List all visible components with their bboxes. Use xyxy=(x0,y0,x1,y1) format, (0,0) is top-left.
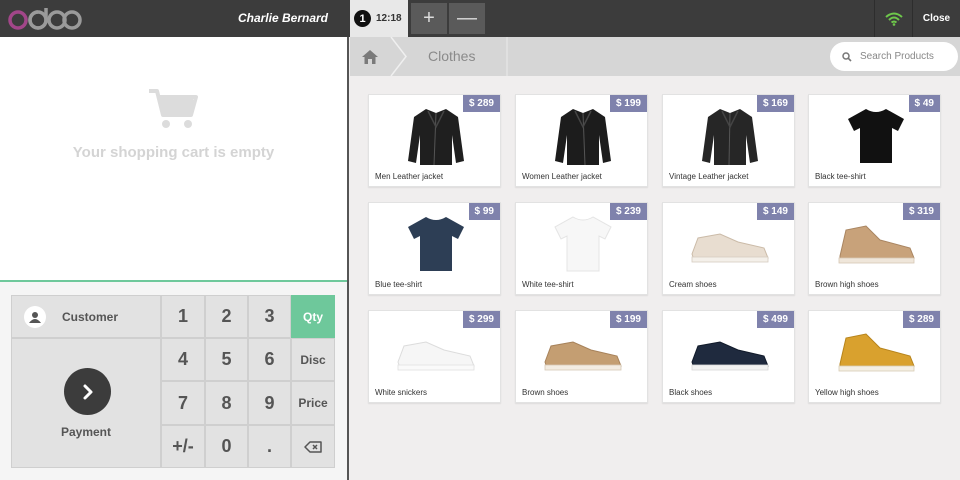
top-bar: Charlie Bernard 1 12:18 + — Close xyxy=(0,0,960,37)
price-tag: $ 169 xyxy=(756,95,794,112)
order-cart: Your shopping cart is empty xyxy=(0,37,347,282)
product-name: Brown high shoes xyxy=(815,280,879,289)
price-tag: $ 239 xyxy=(609,203,647,220)
empty-cart-message: Your shopping cart is empty xyxy=(72,144,275,161)
search-box[interactable] xyxy=(830,42,958,71)
product-name: Black tee-shirt xyxy=(815,172,866,181)
product-card[interactable]: $ 289 Yellow high shoes xyxy=(808,310,941,403)
black-sneaker-icon xyxy=(688,321,771,383)
product-name: Black shoes xyxy=(669,388,713,397)
price-tag: $ 499 xyxy=(756,311,794,328)
product-card[interactable]: $ 239 White tee-shirt xyxy=(515,202,648,295)
order-tab[interactable]: 1 12:18 xyxy=(350,0,408,37)
product-card[interactable]: $ 149 Cream shoes xyxy=(662,202,795,295)
backspace-button[interactable] xyxy=(291,425,335,468)
numpad-key-1[interactable]: 1 xyxy=(161,295,205,338)
qty-mode-button[interactable]: Qty xyxy=(291,295,335,338)
price-tag: $ 299 xyxy=(462,311,500,328)
product-card[interactable]: $ 499 Black shoes xyxy=(662,310,795,403)
product-card[interactable]: $ 199 Women Leather jacket xyxy=(515,94,648,187)
product-name: White snickers xyxy=(375,388,428,397)
black-leather-jacket-icon xyxy=(541,105,624,167)
numpad-key-decimal[interactable]: . xyxy=(248,425,291,468)
order-time: 12:18 xyxy=(376,13,402,24)
brown-sneaker-icon xyxy=(541,321,624,383)
breadcrumb: Clothes xyxy=(350,37,960,76)
odoo-logo xyxy=(8,8,82,30)
order-pane: Your shopping cart is empty Customer Pay… xyxy=(0,37,349,480)
numpad-key-2[interactable]: 2 xyxy=(205,295,248,338)
product-card[interactable]: $ 299 White snickers xyxy=(368,310,501,403)
add-order-button[interactable]: + xyxy=(411,3,447,34)
search-icon xyxy=(842,51,852,62)
cashier-name[interactable]: Charlie Bernard xyxy=(200,0,328,37)
product-name: Vintage Leather jacket xyxy=(669,172,749,181)
product-name: Blue tee-shirt xyxy=(375,280,423,289)
white-sneaker-icon xyxy=(394,321,477,383)
numpad-key-3[interactable]: 3 xyxy=(248,295,291,338)
payment-label: Payment xyxy=(60,425,112,439)
product-card[interactable]: $ 319 Brown high shoes xyxy=(808,202,941,295)
black-leather-jacket-icon xyxy=(394,105,477,167)
home-icon xyxy=(362,49,378,64)
price-tag: $ 199 xyxy=(609,95,647,112)
product-pane: Clothes $ 289 Men Leather jacket $ 199 W… xyxy=(350,37,960,480)
backspace-icon xyxy=(304,440,322,453)
product-name: Men Leather jacket xyxy=(375,172,444,181)
product-card[interactable]: $ 199 Brown shoes xyxy=(515,310,648,403)
brown-high-shoe-icon xyxy=(834,213,917,275)
price-tag: $ 199 xyxy=(609,311,647,328)
product-name: Women Leather jacket xyxy=(522,172,602,181)
product-name: Cream shoes xyxy=(669,280,717,289)
price-tag: $ 49 xyxy=(908,95,940,112)
yellow-high-shoe-icon xyxy=(834,321,917,383)
cream-sneaker-icon xyxy=(688,213,771,275)
product-card[interactable]: $ 99 Blue tee-shirt xyxy=(368,202,501,295)
disc-mode-button[interactable]: Disc xyxy=(291,338,335,381)
customer-label: Customer xyxy=(62,309,119,324)
wifi-status-icon[interactable] xyxy=(874,0,912,37)
blue-tshirt-icon xyxy=(394,213,477,275)
product-name: Yellow high shoes xyxy=(815,388,879,397)
black-leather-jacket-icon xyxy=(688,105,771,167)
numpad-key-8[interactable]: 8 xyxy=(205,381,248,425)
chevron-right-icon xyxy=(64,368,111,415)
black-tshirt-icon xyxy=(834,105,917,167)
close-button[interactable]: Close xyxy=(912,0,960,37)
price-tag: $ 289 xyxy=(902,311,940,328)
breadcrumb-divider xyxy=(506,37,508,76)
breadcrumb-separator-icon xyxy=(390,37,407,76)
numpad-key-7[interactable]: 7 xyxy=(161,381,205,425)
product-name: Brown shoes xyxy=(522,388,569,397)
breadcrumb-clothes[interactable]: Clothes xyxy=(428,37,475,76)
numpad-key-sign[interactable]: +/- xyxy=(161,425,205,468)
white-tshirt-icon xyxy=(541,213,624,275)
price-mode-button[interactable]: Price xyxy=(291,381,335,425)
price-tag: $ 149 xyxy=(756,203,794,220)
product-card[interactable]: $ 49 Black tee-shirt xyxy=(808,94,941,187)
shopping-cart-icon xyxy=(149,89,198,128)
search-input[interactable] xyxy=(860,51,950,62)
product-card[interactable]: $ 169 Vintage Leather jacket xyxy=(662,94,795,187)
price-tag: $ 289 xyxy=(462,95,500,112)
price-tag: $ 319 xyxy=(902,203,940,220)
numpad-key-5[interactable]: 5 xyxy=(205,338,248,381)
numpad-key-0[interactable]: 0 xyxy=(205,425,248,468)
order-number-badge: 1 xyxy=(354,10,371,27)
product-card[interactable]: $ 289 Men Leather jacket xyxy=(368,94,501,187)
price-tag: $ 99 xyxy=(468,203,500,220)
customer-button[interactable]: Customer xyxy=(11,295,161,338)
numpad-key-4[interactable]: 4 xyxy=(161,338,205,381)
remove-order-button[interactable]: — xyxy=(449,3,485,34)
payment-button[interactable]: Payment xyxy=(11,338,161,468)
home-button[interactable] xyxy=(350,37,390,76)
product-name: White tee-shirt xyxy=(522,280,574,289)
numpad-key-6[interactable]: 6 xyxy=(248,338,291,381)
numpad-key-9[interactable]: 9 xyxy=(248,381,291,425)
user-icon xyxy=(24,305,46,328)
